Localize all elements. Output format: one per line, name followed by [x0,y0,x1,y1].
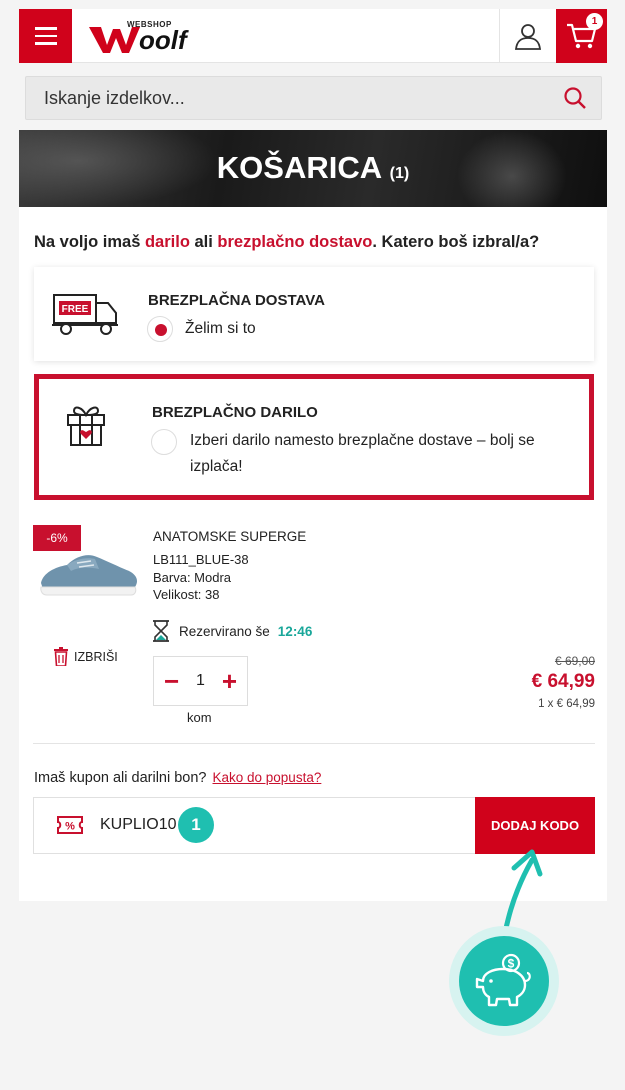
menu-button[interactable] [19,9,72,63]
menu-icon-bar [34,42,57,45]
delete-item-label: IZBRIŠI [74,649,118,664]
delete-item-button[interactable]: IZBRIŠI [53,647,118,666]
increase-quantity-button[interactable]: + [222,668,237,694]
free-shipping-option[interactable]: FREE BREZPLAČNA DOSTAVA Želim si to [34,267,594,361]
piggy-bank-icon: $ [475,953,531,1007]
cart-banner: KOŠARICA (1) [19,130,607,207]
product-image[interactable] [37,545,141,603]
apply-coupon-button[interactable]: DODAJ KODO [475,797,595,854]
reservation-time: 12:46 [277,623,313,639]
offer-question: Na voljo imaš darilo ali brezplačno dost… [34,233,539,252]
free-gift-radio[interactable] [151,429,177,455]
menu-icon-bar [34,27,57,30]
price-new: € 64,99 [531,671,595,692]
svg-text:%: % [65,821,75,833]
free-gift-description: Izberi darilo namesto brezplačne dostave… [190,428,585,480]
logo-tagline: WEBSHOP [127,20,172,29]
svg-text:FREE: FREE [62,304,89,315]
offer-middle: ali [189,233,218,251]
product-color: Barva: Modra [153,570,232,585]
cart-content: Na voljo imaš darilo ali brezplačno dost… [19,207,607,901]
piggy-bank-badge: $ [459,936,549,1026]
free-shipping-title: BREZPLAČNA DOSTAVA [148,292,325,309]
trash-icon [54,647,68,666]
divider [33,743,595,744]
search-input[interactable] [44,88,524,109]
offer-gift-word: darilo [144,233,190,251]
cart-button[interactable]: 1 [556,9,607,63]
price-per-unit: 1 x € 64,99 [538,698,595,710]
woolf-logo[interactable]: oolf WEBSHOP [87,15,212,57]
quantity-stepper: − 1 + [153,656,248,706]
coupon-ticket-icon: % [57,816,83,834]
free-gift-description-line1: Izberi darilo namesto brezplačne dostave… [190,432,535,449]
site-header: oolf WEBSHOP 1 [19,9,607,63]
cart-count-badge: 1 [586,13,603,30]
reservation-timer: Rezervirano še 12:46 [151,619,312,643]
product-sku: LB111_BLUE-38 [153,552,249,567]
search-bar [25,76,602,120]
page-title-text: KOŠARICA [216,150,381,185]
quantity-unit: kom [187,710,212,725]
user-icon [514,24,542,50]
menu-icon-bar [34,34,57,38]
account-button[interactable] [499,9,556,63]
search-icon[interactable] [563,86,587,110]
free-gift-description-line2: izplača! [190,458,243,475]
step-number-badge: 1 [178,807,214,843]
svg-text:oolf: oolf [139,25,189,55]
product-size: Velikost: 38 [153,587,220,602]
free-shipping-radio[interactable] [147,316,173,342]
product-name[interactable]: ANATOMSKE SUPERGE [153,529,306,544]
offer-suffix: . Katero boš izbral/a? [372,233,540,251]
decrease-quantity-button[interactable]: − [164,668,179,694]
hourglass-icon [153,620,169,642]
reservation-label: Rezervirano še [179,623,270,639]
coupon-question: Imaš kupon ali darilni bon? Kako do popus… [34,770,321,786]
free-truck-icon: FREE [52,294,118,335]
discount-help-link[interactable]: Kako do popusta? [213,770,322,785]
gift-box-icon [67,406,105,446]
offer-shipping-word: brezplačno dostavo [217,233,373,251]
quantity-value[interactable]: 1 [196,672,205,690]
page-title: KOŠARICA (1) [19,150,607,186]
free-gift-option[interactable]: BREZPLAČNO DARILO Izberi darilo namesto … [34,374,594,500]
coupon-question-text: Imaš kupon ali darilni bon? [34,770,207,786]
price-old: € 69,00 [554,654,595,668]
offer-prefix: Na voljo imaš [34,233,145,251]
free-gift-title: BREZPLAČNO DARILO [152,404,318,421]
page-title-count: (1) [389,165,410,182]
coupon-form: % 1 DODAJ KODO [33,797,595,854]
free-shipping-label: Želim si to [185,320,256,337]
